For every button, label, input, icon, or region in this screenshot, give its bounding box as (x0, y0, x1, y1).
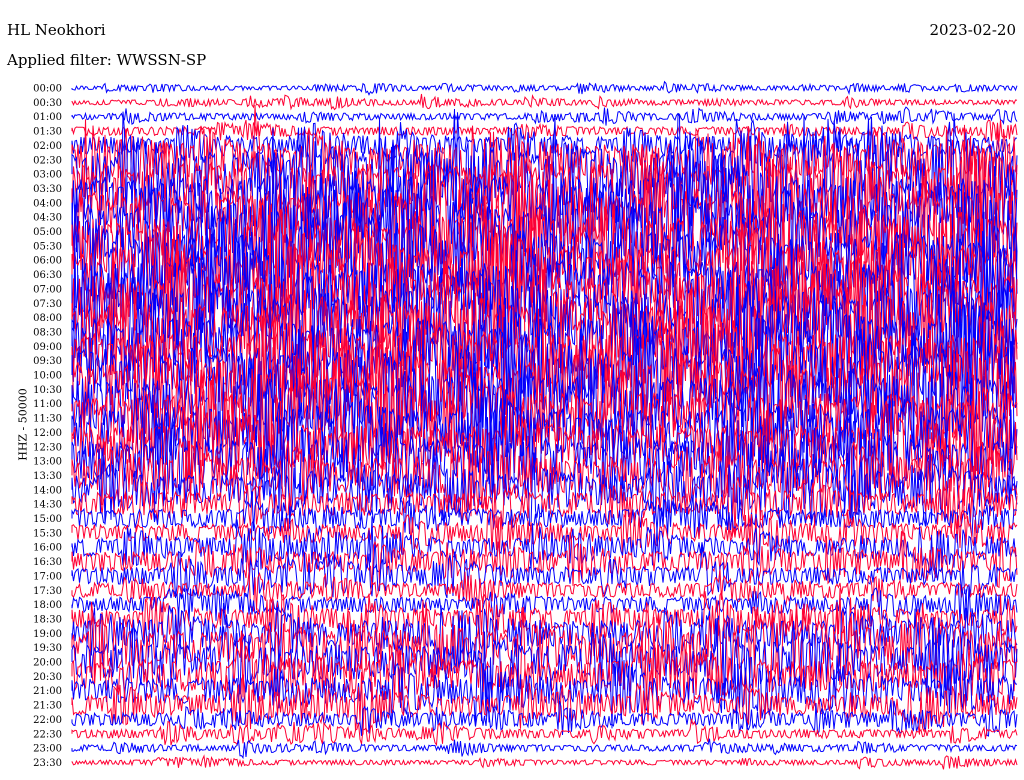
time-tick-label: 06:30 (33, 270, 62, 281)
time-tick-label: 23:00 (33, 744, 62, 755)
time-tick-label: 16:00 (33, 543, 62, 554)
time-tick-label: 03:00 (33, 170, 62, 181)
time-tick-label: 22:00 (33, 715, 62, 726)
time-tick-label: 23:30 (33, 758, 62, 769)
helicorder-plot: 00:00 00:30 01:00 01:30 02:00 02:30 03:00 03:30… (33, 80, 1018, 770)
time-tick-label: 14:00 (33, 485, 62, 496)
time-tick-label: 02:30 (33, 155, 62, 166)
time-tick-label: 11:30 (33, 414, 62, 425)
time-tick-label: 08:30 (33, 327, 62, 338)
time-tick-label: 11:00 (33, 399, 62, 410)
time-tick-label: 01:30 (33, 127, 62, 138)
time-tick-label: 02:00 (33, 141, 62, 152)
time-tick-label: 10:30 (33, 385, 62, 396)
time-tick-label: 21:30 (33, 701, 62, 712)
time-tick-label: 07:00 (33, 284, 62, 295)
time-tick-label: 09:30 (33, 356, 62, 367)
time-tick-label: 22:30 (33, 729, 62, 740)
time-tick-label: 19:30 (33, 643, 62, 654)
time-tick-label: 12:30 (33, 442, 62, 453)
time-tick-label: 18:30 (33, 614, 62, 625)
time-tick-label: 09:00 (33, 342, 62, 353)
time-tick-label: 20:00 (33, 658, 62, 669)
time-tick-label: 18:00 (33, 600, 62, 611)
trace-group (71, 80, 1018, 770)
time-tick-label: 03:30 (33, 184, 62, 195)
time-tick-label: 07:30 (33, 299, 62, 310)
time-tick-label: 06:00 (33, 256, 62, 267)
time-tick-label: 04:30 (33, 213, 62, 224)
time-tick-label: 20:30 (33, 672, 62, 683)
time-tick-label: 00:30 (33, 98, 62, 109)
time-tick-label: 15:30 (33, 528, 62, 539)
time-tick-label: 13:00 (33, 457, 62, 468)
time-tick-label: 10:00 (33, 371, 62, 382)
trace-line (71, 583, 1018, 627)
time-tick-label: 17:00 (33, 571, 62, 582)
trace-line (71, 93, 1018, 111)
trace-line (71, 605, 1018, 672)
time-tick-label: 19:00 (33, 629, 62, 640)
trace-line (71, 754, 1018, 770)
tick-label-group: 00:00 00:30 01:00 01:30 02:00 02:30 03:00 03:30… (33, 84, 62, 769)
trace-line (71, 738, 1018, 760)
time-tick-label: 15:00 (33, 514, 62, 525)
time-tick-label: 01:00 (33, 112, 62, 123)
time-tick-label: 21:00 (33, 686, 62, 697)
time-tick-label: 12:00 (33, 428, 62, 439)
time-tick-label: 05:30 (33, 241, 62, 252)
time-tick-label: 17:30 (33, 586, 62, 597)
time-tick-label: 13:30 (33, 471, 62, 482)
time-tick-label: 16:30 (33, 557, 62, 568)
time-tick-label: 04:00 (33, 198, 62, 209)
time-tick-label: 05:00 (33, 227, 62, 238)
trace-line (71, 80, 1018, 96)
time-tick-label: 08:00 (33, 313, 62, 324)
time-tick-label: 00:00 (33, 84, 62, 95)
time-tick-label: 14:30 (33, 500, 62, 511)
trace-line (71, 106, 1018, 126)
